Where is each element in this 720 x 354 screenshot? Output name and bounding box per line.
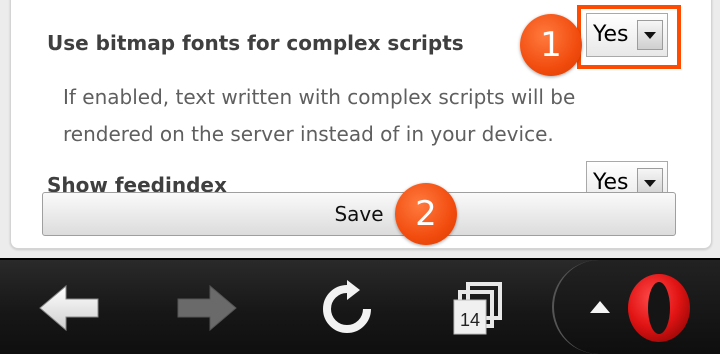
- tabs-count: 14: [460, 310, 480, 330]
- back-arrow-icon[interactable]: [38, 284, 100, 332]
- bitmap-fonts-description: If enabled, text written with complex sc…: [63, 79, 663, 153]
- menu-up-icon[interactable]: [590, 300, 610, 314]
- description-line-1: If enabled, text written with complex sc…: [63, 85, 576, 109]
- description-line-2: rendered on the server instead of in you…: [63, 122, 554, 146]
- opera-menu-zone[interactable]: [552, 260, 720, 354]
- save-button[interactable]: Save: [42, 192, 676, 236]
- tabs-icon[interactable]: 14: [452, 282, 506, 336]
- forward-arrow-icon[interactable]: [176, 284, 238, 332]
- step-1-badge: 1: [520, 14, 582, 76]
- reload-icon[interactable]: [318, 280, 376, 338]
- bitmap-fonts-label: Use bitmap fonts for complex scripts: [47, 31, 464, 55]
- opera-logo-icon[interactable]: [626, 272, 692, 344]
- select-highlight-box: [577, 5, 681, 69]
- step-2-badge: 2: [395, 183, 457, 245]
- browser-toolbar: 14: [0, 258, 720, 354]
